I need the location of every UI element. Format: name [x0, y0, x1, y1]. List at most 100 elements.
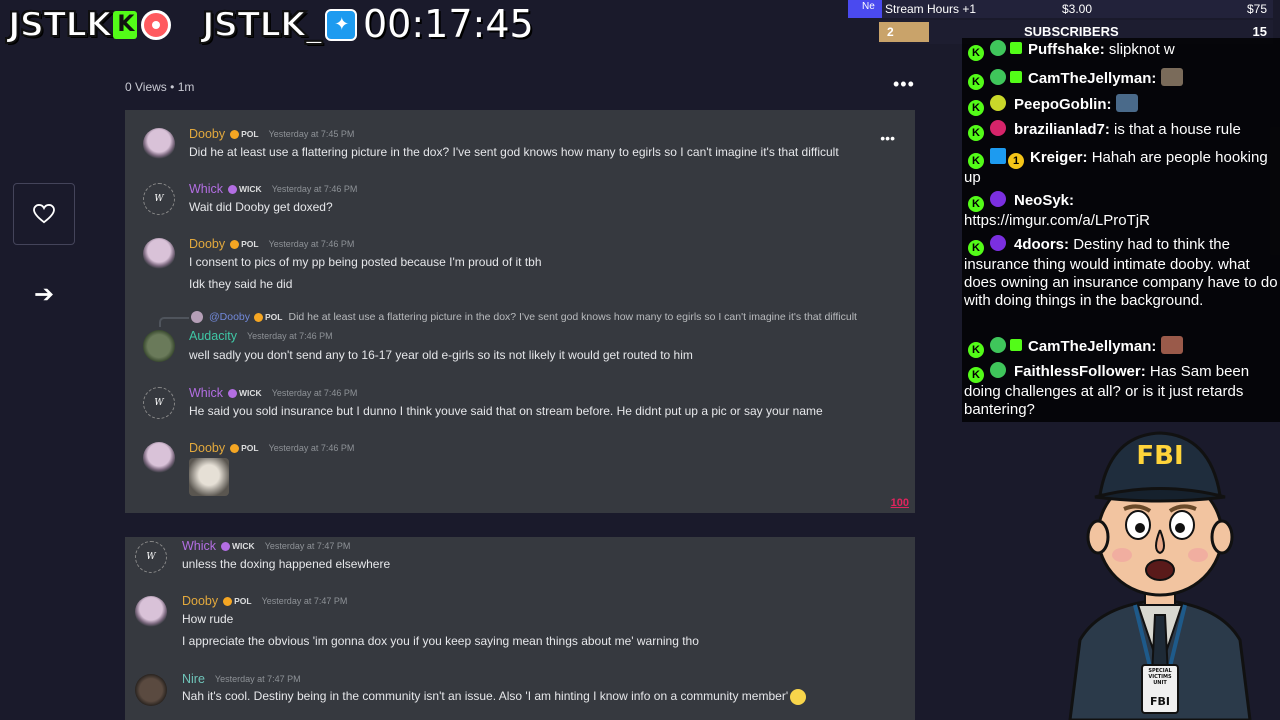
hundred-reaction-icon: 100 — [890, 497, 909, 509]
fbi-agent-cartoon: FBI SPECIAL VICTIMS UNIT FBI — [1060, 425, 1260, 720]
role-icon — [254, 312, 264, 322]
avatar: W — [143, 387, 175, 419]
share-button[interactable]: ➔ — [29, 280, 59, 310]
role-icon — [230, 443, 240, 453]
emoji-icon — [790, 689, 807, 705]
subscriber-badge-icon — [990, 120, 1006, 136]
message-header: Dooby POL Yesterday at 7:47 PM — [182, 594, 347, 608]
role-tag-label: POL — [265, 312, 283, 322]
view-count: 0 Views — [125, 80, 167, 94]
heart-icon — [33, 204, 55, 224]
kick-badge-icon: K — [968, 196, 984, 212]
message-text: He said you sold insurance but I dunno I… — [189, 404, 823, 418]
subscriber-badge-icon — [990, 40, 1006, 56]
chat-colon: : — [1151, 70, 1157, 87]
role-tag-label: POL — [234, 596, 252, 606]
chat-colon: : — [1151, 338, 1157, 355]
discord-screenshot-1: ••• Dooby POL Yesterday at 7:45 PM Did h… — [125, 110, 915, 513]
chat-colon: : — [1069, 192, 1075, 209]
role-tag: WICK — [228, 388, 262, 398]
chat-username[interactable]: Kreiger — [1030, 149, 1083, 166]
avatar — [143, 442, 175, 474]
chat-message: Dooby POL Yesterday at 7:46 PM — [125, 440, 915, 500]
message-header: Dooby POL Yesterday at 7:46 PM — [189, 441, 354, 455]
chat-username[interactable]: FaithlessFollower — [1014, 363, 1141, 380]
twitter-icon: ✦ — [325, 9, 358, 41]
chat-message: W Whick WICK Yesterday at 7:46 PM Wait d… — [125, 181, 915, 221]
message-header: Whick WICK Yesterday at 7:46 PM — [189, 182, 357, 196]
username[interactable]: Whick — [189, 386, 223, 400]
reply-preview[interactable]: @Dooby POL Did he at least use a flatter… — [191, 311, 857, 323]
stream-timer: 00:17:45 — [363, 2, 534, 46]
username[interactable]: Dooby — [189, 127, 225, 141]
stream-overlay-header: JSTLK K JSTLK_ ✦ 00:17:45 — [0, 0, 880, 50]
chat-colon: : — [1106, 96, 1112, 113]
kick-badge-icon: K — [968, 153, 984, 169]
timestamp: Yesterday at 7:46 PM — [271, 184, 358, 194]
logo-text: JSTLK_ — [201, 4, 323, 46]
discord-screenshot-2: W Whick WICK Yesterday at 7:47 PM unless… — [125, 537, 915, 720]
kick-badge-icon: K — [968, 240, 984, 256]
logo-text: JSTLK — [7, 4, 113, 46]
badge-caption: SPECIAL VICTIMS UNIT — [1148, 668, 1172, 686]
chat-username[interactable]: CamTheJellyman — [1028, 70, 1151, 87]
username[interactable]: Dooby — [182, 594, 218, 608]
username[interactable]: Dooby — [189, 441, 225, 455]
chat-line: K CamTheJellyman: — [964, 68, 1278, 90]
chat-username[interactable]: Puffshake — [1028, 41, 1100, 58]
username[interactable]: Audacity — [189, 329, 237, 343]
chat-line: K Puffshake: slipknot w — [964, 40, 1278, 61]
chat-username[interactable]: NeoSyk — [1014, 192, 1069, 209]
chat-message: Dooby POL Yesterday at 7:45 PM Did he at… — [125, 126, 915, 176]
username[interactable]: Whick — [189, 182, 223, 196]
record-icon — [141, 10, 172, 40]
new-label: Ne — [848, 0, 882, 18]
role-icon — [230, 239, 240, 249]
subscriber-badge-icon — [990, 362, 1006, 378]
message-text: Wait did Dooby get doxed? — [189, 200, 333, 214]
subscriber-badge-icon — [990, 337, 1006, 353]
message-text: How rude — [182, 612, 234, 626]
chat-colon: : — [1140, 363, 1146, 380]
chat-username[interactable]: CamTheJellyman — [1028, 338, 1151, 355]
kick-badge-icon: K — [968, 367, 984, 383]
role-tag-label: WICK — [239, 184, 262, 194]
chat-line: K 1 Kreiger: Hahah are people hooking up — [964, 148, 1278, 187]
timestamp: Yesterday at 7:46 PM — [268, 443, 355, 453]
badge-fbi-text: FBI — [1150, 695, 1170, 708]
chat-text[interactable]: https://imgur.com/a/LProTjR — [964, 212, 1150, 229]
message-text: unless the doxing happened elsewhere — [182, 557, 391, 571]
subscriber-badge-icon — [990, 69, 1006, 85]
chat-line: K 4doors: Destiny had to think the insura… — [964, 235, 1278, 310]
emote-icon — [1160, 336, 1183, 354]
message-text-body: Nah it's cool. Destiny being in the comm… — [182, 689, 789, 704]
like-button[interactable] — [13, 183, 75, 245]
username[interactable]: Dooby — [189, 237, 225, 251]
timestamp: Yesterday at 7:47 PM — [264, 541, 351, 551]
message-text: Nah it's cool. Destiny being in the comm… — [182, 689, 807, 705]
username[interactable]: Nire — [182, 672, 205, 686]
username[interactable]: Whick — [182, 539, 216, 553]
role-tag: POL — [230, 129, 259, 139]
image-attachment[interactable] — [189, 458, 229, 496]
goal-current: $3.00 — [1062, 2, 1093, 16]
chat-colon: : — [1064, 236, 1070, 253]
post-options-button[interactable]: ••• — [893, 74, 915, 95]
subscriber-badge-icon — [990, 235, 1006, 251]
subscriber-badge-icon — [990, 95, 1006, 111]
emote-icon — [1115, 94, 1138, 112]
gift-badge-icon — [1010, 339, 1022, 351]
role-tag: POL — [223, 596, 252, 606]
gift-badge-icon — [1010, 42, 1022, 54]
chat-username[interactable]: 4doors — [1014, 236, 1064, 253]
reply-mention: @Dooby — [209, 311, 251, 323]
chat-username[interactable]: PeepoGoblin — [1014, 96, 1107, 113]
kick-icon: K — [113, 11, 138, 39]
message-text: Did he at least use a flattering picture… — [189, 145, 839, 159]
chat-username[interactable]: brazilianlad7 — [1014, 121, 1105, 138]
timestamp: Yesterday at 7:45 PM — [268, 129, 355, 139]
emote-icon — [1160, 68, 1183, 86]
cap-fbi-text: FBI — [1136, 441, 1184, 471]
message-header: Audacity Yesterday at 7:46 PM — [189, 329, 333, 343]
avatar: W — [135, 541, 167, 573]
